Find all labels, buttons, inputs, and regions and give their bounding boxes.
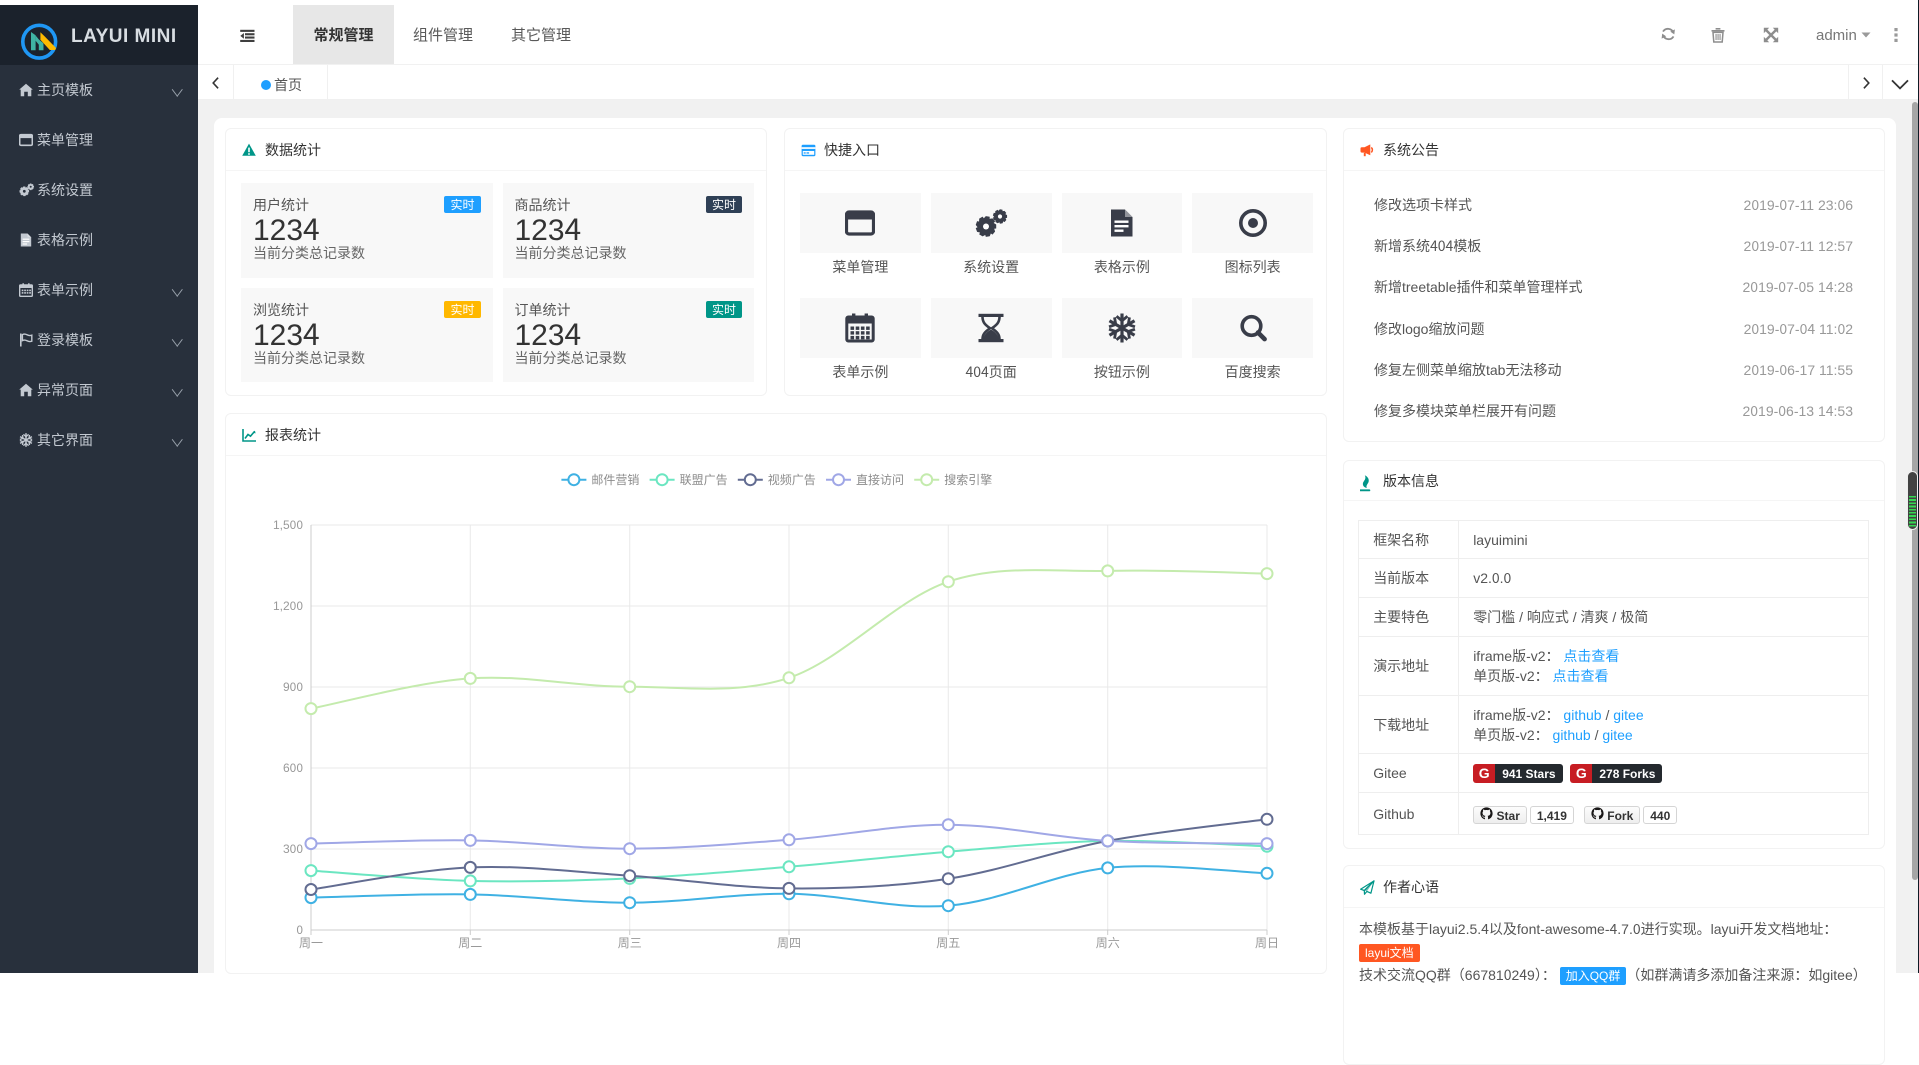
svg-text:周四: 周四	[777, 934, 801, 951]
svg-text:1,200: 1,200	[273, 597, 303, 614]
svg-text:联盟广告: 联盟广告	[680, 471, 728, 488]
svg-text:周三: 周三	[618, 934, 642, 951]
svg-text:直接访问: 直接访问	[856, 471, 904, 488]
svg-text:300: 300	[283, 840, 303, 857]
svg-text:搜索引擎: 搜索引擎	[944, 471, 992, 488]
svg-text:视频广告: 视频广告	[768, 471, 816, 488]
svg-text:周六: 周六	[1096, 934, 1120, 951]
svg-text:邮件营销: 邮件营销	[591, 471, 639, 488]
svg-text:周一: 周一	[299, 934, 323, 951]
svg-text:1,500: 1,500	[273, 516, 303, 533]
svg-text:周二: 周二	[458, 934, 482, 951]
svg-text:周五: 周五	[936, 934, 960, 951]
svg-text:900: 900	[283, 678, 303, 695]
svg-text:周日: 周日	[1255, 934, 1279, 951]
svg-text:600: 600	[283, 759, 303, 776]
